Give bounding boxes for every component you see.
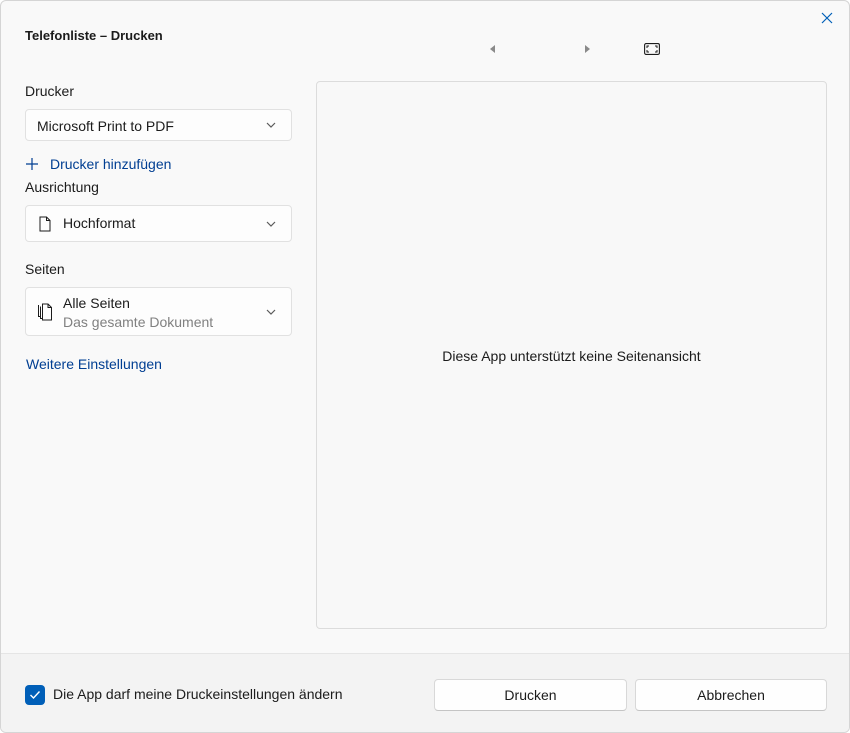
add-printer-label: Drucker hinzufügen bbox=[50, 156, 172, 172]
print-dialog: Telefonliste – Drucken Drucker Microsoft… bbox=[0, 0, 850, 733]
allow-settings-label: Die App darf meine Druckeinstellungen än… bbox=[53, 686, 343, 702]
orientation-label: Ausrichtung bbox=[25, 179, 99, 195]
chevron-down-icon bbox=[266, 309, 276, 315]
dialog-footer: Die App darf meine Druckeinstellungen än… bbox=[1, 653, 849, 732]
printer-dropdown[interactable]: Microsoft Print to PDF bbox=[25, 109, 292, 141]
previous-page-button[interactable] bbox=[482, 39, 502, 59]
next-page-button[interactable] bbox=[578, 39, 598, 59]
pages-selected-description: Das gesamte Dokument bbox=[63, 314, 214, 330]
triangle-right-icon bbox=[585, 45, 590, 53]
pages-dropdown[interactable]: Alle Seiten Das gesamte Dokument bbox=[25, 287, 292, 336]
chevron-down-icon bbox=[266, 221, 276, 227]
chevron-down-icon bbox=[266, 122, 276, 128]
printer-selected: Microsoft Print to PDF bbox=[37, 118, 174, 134]
orientation-dropdown[interactable]: Hochformat bbox=[25, 205, 292, 242]
cancel-button[interactable]: Abbrechen bbox=[635, 679, 827, 711]
print-preview: Diese App unterstützt keine Seitenansich… bbox=[316, 81, 827, 629]
plus-icon bbox=[26, 158, 38, 170]
multiple-pages-icon bbox=[38, 303, 52, 321]
more-settings-link[interactable]: Weitere Einstellungen bbox=[26, 356, 162, 372]
checkmark-icon bbox=[30, 691, 41, 700]
pages-selected: Alle Seiten bbox=[63, 295, 130, 311]
close-icon bbox=[821, 12, 833, 24]
fit-to-screen-button[interactable] bbox=[642, 39, 662, 59]
preview-message: Diese App unterstützt keine Seitenansich… bbox=[442, 348, 701, 364]
print-button[interactable]: Drucken bbox=[434, 679, 627, 711]
close-button[interactable] bbox=[813, 7, 841, 29]
dialog-title: Telefonliste – Drucken bbox=[25, 28, 163, 43]
fit-to-screen-icon bbox=[644, 43, 660, 55]
pages-label: Seiten bbox=[25, 261, 65, 277]
printer-label: Drucker bbox=[25, 83, 75, 99]
add-printer-link[interactable]: Drucker hinzufügen bbox=[25, 156, 171, 172]
allow-settings-checkbox[interactable] bbox=[25, 685, 45, 705]
orientation-selected: Hochformat bbox=[63, 215, 136, 231]
page-icon bbox=[39, 216, 51, 232]
triangle-left-icon bbox=[490, 45, 495, 53]
